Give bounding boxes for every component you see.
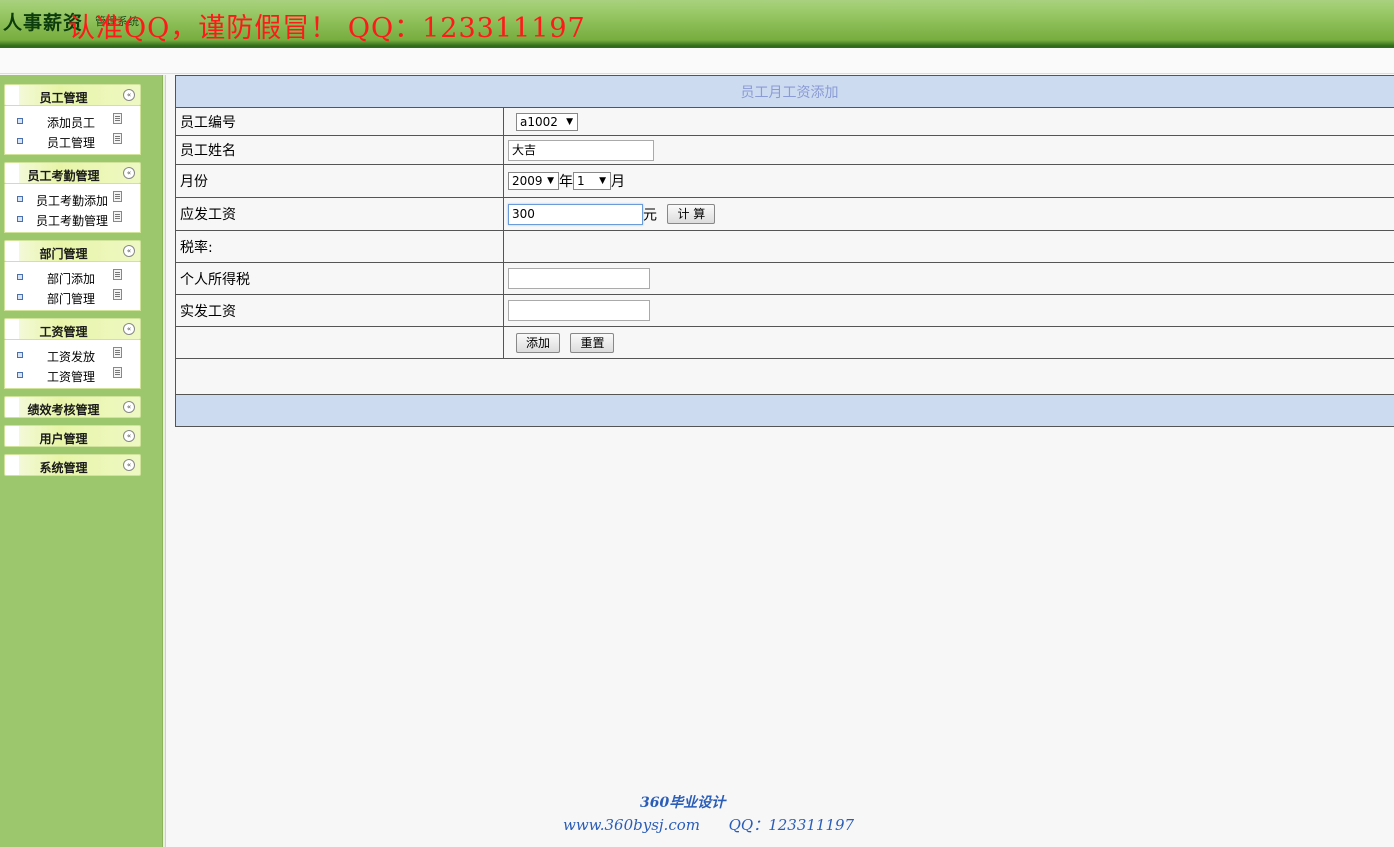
net-salary-field[interactable] [508, 300, 650, 321]
top-bar [0, 48, 1394, 74]
bullet-icon [17, 274, 23, 280]
sidebar-item-salary-manage[interactable]: 工资管理 [5, 365, 140, 385]
bullet-icon [17, 138, 23, 144]
sidebar-group-title: 工资管理 [39, 325, 88, 339]
expand-icon[interactable]: « [123, 430, 135, 442]
year-select[interactable]: 2009 ▼ [508, 172, 559, 190]
month-select[interactable]: 1 ▼ [573, 172, 611, 190]
sidebar-group-header[interactable]: 系统管理 « [4, 454, 141, 476]
document-icon [113, 347, 122, 358]
dropdown-arrow-icon: ▼ [547, 176, 554, 186]
sidebar-group-performance: 绩效考核管理 « [4, 396, 141, 418]
month-unit: 月 [611, 174, 625, 190]
form-title: 员工月工资添加 [175, 75, 1394, 108]
employee-id-select[interactable]: a1002 ▼ [516, 112, 578, 131]
sidebar-item-department-add[interactable]: 部门添加 [5, 267, 140, 287]
bullet-icon [17, 216, 23, 222]
collapse-icon[interactable]: « [123, 245, 135, 257]
credit-title: 360毕业设计 [640, 795, 726, 811]
actions-label-cell [175, 326, 504, 359]
sidebar-item-label[interactable]: 添加员工 [47, 114, 95, 131]
document-icon [113, 211, 122, 222]
currency-unit: 元 [643, 207, 657, 223]
income-tax-field[interactable] [508, 268, 650, 289]
year-value: 2009 [512, 174, 543, 188]
bullet-icon [17, 372, 23, 378]
sidebar-item-employee-manage[interactable]: 员工管理 [5, 131, 140, 151]
sidebar-group-department: 部门管理 « 部门添加 部门管理 [4, 240, 141, 311]
form-footer-bar [175, 394, 1394, 427]
sidebar-group-title: 绩效考核管理 [27, 403, 100, 417]
sidebar-item-salary-pay[interactable]: 工资发放 [5, 345, 140, 365]
sidebar-group-header[interactable]: 员工管理 « [4, 84, 141, 106]
bullet-icon [17, 352, 23, 358]
sidebar-splitter[interactable] [162, 75, 166, 847]
year-unit: 年 [559, 174, 573, 190]
sidebar-group-employee: 员工管理 « 添加员工 员工管理 [4, 84, 141, 155]
sidebar-group-title: 员工考勤管理 [27, 169, 100, 183]
sidebar-group-header[interactable]: 员工考勤管理 « [4, 162, 141, 184]
document-icon [113, 113, 122, 124]
dropdown-arrow-icon: ▼ [566, 116, 573, 127]
calculate-button[interactable]: 计 算 [667, 204, 716, 224]
document-icon [113, 289, 122, 300]
sidebar-item-department-manage[interactable]: 部门管理 [5, 287, 140, 307]
sidebar-item-label[interactable]: 部门添加 [47, 270, 95, 287]
employee-id-label: 员工编号 [175, 107, 504, 136]
tax-rate-value [503, 230, 1394, 263]
bullet-icon [17, 294, 23, 300]
sidebar-group-title: 用户管理 [39, 432, 88, 446]
sidebar-group-title: 部门管理 [39, 247, 88, 261]
sidebar-item-label[interactable]: 员工管理 [47, 134, 95, 151]
sidebar-item-add-employee[interactable]: 添加员工 [5, 111, 140, 131]
credit-contact: www.360bysj.com QQ：123311197 [563, 816, 855, 834]
sidebar-group-header[interactable]: 绩效考核管理 « [4, 396, 141, 418]
bullet-icon [17, 196, 23, 202]
watermark-text: 认准QQ，谨防假冒！ QQ：123311197 [68, 13, 586, 44]
document-icon [113, 191, 122, 202]
gross-salary-label: 应发工资 [175, 197, 504, 231]
sidebar-item-label[interactable]: 工资发放 [47, 348, 95, 365]
expand-icon[interactable]: « [123, 401, 135, 413]
sidebar-group-system: 系统管理 « [4, 454, 141, 476]
bullet-icon [17, 118, 23, 124]
sidebar-item-label[interactable]: 工资管理 [47, 368, 95, 385]
tax-rate-label: 税率: [175, 230, 504, 263]
main-content: 员工月工资添加 员工编号 a1002 ▼ 员工姓名 大吉 月份 2009 ▼ 年… [175, 75, 1394, 427]
gross-salary-field[interactable]: 300 [508, 203, 643, 225]
sidebar-group-header[interactable]: 部门管理 « [4, 240, 141, 262]
employee-id-value: a1002 [520, 114, 558, 129]
sidebar-group-attendance: 员工考勤管理 « 员工考勤添加 员工考勤管理 [4, 162, 141, 233]
sidebar-group-header[interactable]: 用户管理 « [4, 425, 141, 447]
expand-icon[interactable]: « [123, 459, 135, 471]
collapse-icon[interactable]: « [123, 167, 135, 179]
add-button[interactable]: 添加 [516, 332, 561, 353]
net-salary-label: 实发工资 [175, 294, 504, 327]
month-value: 1 [577, 174, 585, 188]
sidebar-group-user: 用户管理 « [4, 425, 141, 447]
dropdown-arrow-icon: ▼ [599, 176, 606, 186]
sidebar-group-title: 员工管理 [39, 91, 88, 105]
document-icon [113, 133, 122, 144]
document-icon [113, 269, 122, 280]
app-header: 人事薪资 管理系统 认准QQ，谨防假冒！ QQ：123311197 [0, 0, 1394, 48]
sidebar-group-salary: 工资管理 « 工资发放 工资管理 [4, 318, 141, 389]
document-icon [113, 367, 122, 378]
collapse-icon[interactable]: « [123, 323, 135, 335]
sidebar-item-attendance-manage[interactable]: 员工考勤管理 [5, 209, 140, 229]
reset-button[interactable]: 重置 [570, 332, 615, 353]
month-label: 月份 [175, 164, 504, 198]
form-spacer-row [175, 358, 1394, 395]
employee-name-label: 员工姓名 [175, 135, 504, 165]
sidebar-group-title: 系统管理 [39, 461, 88, 475]
income-tax-label: 个人所得税 [175, 262, 504, 295]
sidebar-item-label[interactable]: 部门管理 [47, 290, 95, 307]
sidebar-item-label[interactable]: 员工考勤添加 [36, 192, 108, 209]
collapse-icon[interactable]: « [123, 89, 135, 101]
sidebar-group-header[interactable]: 工资管理 « [4, 318, 141, 340]
sidebar-item-attendance-add[interactable]: 员工考勤添加 [5, 189, 140, 209]
employee-name-field[interactable]: 大吉 [508, 139, 654, 161]
salary-add-form: 员工月工资添加 员工编号 a1002 ▼ 员工姓名 大吉 月份 2009 ▼ 年… [175, 75, 1394, 427]
sidebar-item-label[interactable]: 员工考勤管理 [36, 212, 108, 229]
